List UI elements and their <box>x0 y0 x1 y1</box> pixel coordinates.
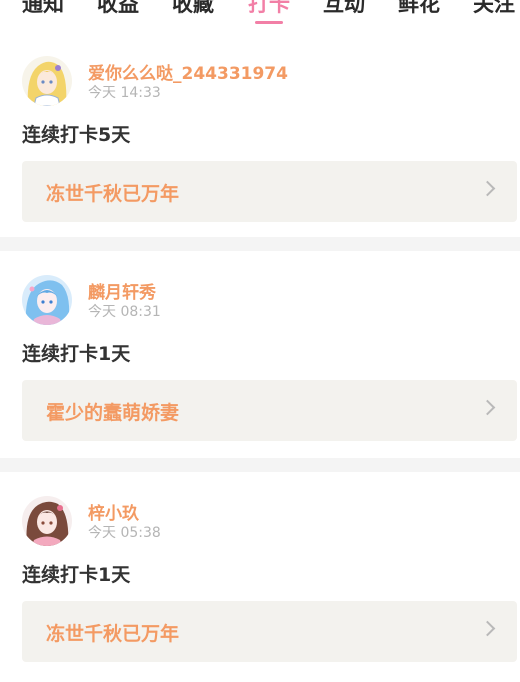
book-title: 冻世千秋已万年 <box>46 183 180 205</box>
avatar[interactable] <box>22 496 72 546</box>
feed-item: 麟月轩秀 今天 08:31 连续打卡1天 霍少的蠢萌娇妻 <box>0 251 520 458</box>
checkin-streak-text: 连续打卡1天 <box>22 343 131 365</box>
checkin-streak-text: 连续打卡1天 <box>22 564 131 586</box>
username[interactable]: 爱你么么哒_244331974 <box>88 59 288 84</box>
book-card[interactable]: 冻世千秋已万年 <box>22 161 517 222</box>
username[interactable]: 梓小玖 <box>88 499 139 524</box>
book-title: 冻世千秋已万年 <box>46 623 180 645</box>
feed-item: 梓小玖 今天 05:38 连续打卡1天 冻世千秋已万年 <box>0 472 520 682</box>
chevron-right-icon <box>479 620 496 637</box>
checkin-feed: 爱你么么哒_244331974 今天 14:33 连续打卡5天 冻世千秋已万年 … <box>0 32 520 682</box>
book-title: 霍少的蠢萌娇妻 <box>46 402 180 424</box>
username[interactable]: 麟月轩秀 <box>88 278 156 303</box>
post-time: 今天 05:38 <box>88 525 161 541</box>
book-card[interactable]: 霍少的蠢萌娇妻 <box>22 380 517 441</box>
post-time: 今天 08:31 <box>88 304 161 320</box>
checkin-streak-text: 连续打卡5天 <box>22 124 131 146</box>
divider <box>0 458 520 472</box>
divider <box>0 237 520 251</box>
tab-interaction[interactable]: 互动 <box>323 0 365 18</box>
tab-bar: 通知 收益 收藏 打卡 互动 鲜花 关注 <box>0 0 520 26</box>
tab-notifications[interactable]: 通知 <box>22 0 64 18</box>
chevron-right-icon <box>479 399 496 416</box>
post-time: 今天 14:33 <box>88 85 161 101</box>
feed-item: 爱你么么哒_244331974 今天 14:33 连续打卡5天 冻世千秋已万年 <box>0 32 520 237</box>
active-tab-indicator <box>255 21 283 24</box>
tab-following[interactable]: 关注 <box>473 0 515 18</box>
book-card[interactable]: 冻世千秋已万年 <box>22 601 517 662</box>
avatar[interactable] <box>22 275 72 325</box>
tab-earnings[interactable]: 收益 <box>97 0 139 18</box>
tab-flowers[interactable]: 鲜花 <box>398 0 440 18</box>
avatar[interactable] <box>22 56 72 106</box>
tab-favorites[interactable]: 收藏 <box>172 0 214 18</box>
tab-checkin[interactable]: 打卡 <box>248 0 290 18</box>
chevron-right-icon <box>479 180 496 197</box>
